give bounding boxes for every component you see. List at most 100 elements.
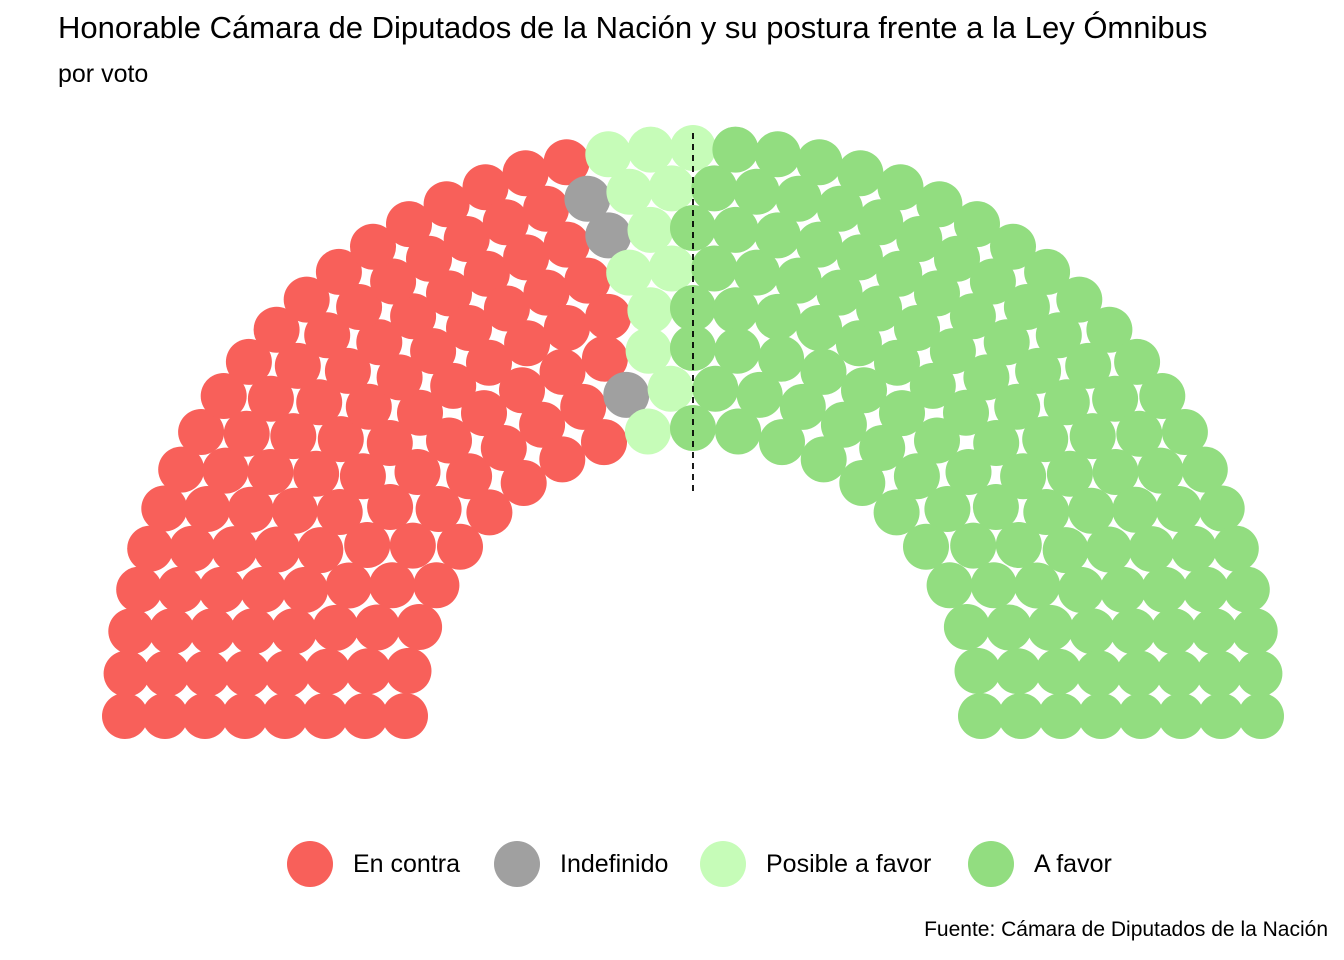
seat-posible-a-favor [627,287,674,334]
seat-en-contra [413,562,460,609]
seat-en-contra [211,526,258,573]
seat-a-favor [1058,566,1104,613]
seat-en-contra [222,693,268,739]
seat-a-favor [954,647,1001,694]
seat-en-contra [342,693,388,739]
seat-posible-a-favor [648,245,695,292]
legend-item-en-contra: En contra [287,838,460,890]
legend-key-a-favor [968,841,1014,887]
seat-a-favor [943,604,990,650]
seat-posible-a-favor [647,365,694,412]
seat-a-favor [1158,693,1204,739]
seat-en-contra [304,648,351,695]
seat-en-contra [543,305,590,351]
seat-en-contra [282,566,328,613]
seat-a-favor [1156,650,1203,697]
seat-en-contra [385,647,432,694]
seat-a-favor [970,562,1017,609]
seat-en-contra [116,566,163,613]
seat-a-favor [758,335,805,382]
seat-en-contra [345,648,392,695]
seat-a-favor [1231,608,1278,655]
seat-a-favor [1075,650,1122,697]
seat-en-contra [143,650,190,697]
seat-a-favor [837,150,884,197]
seat-en-contra [127,525,174,572]
seat-a-favor [796,139,843,186]
seat-en-contra [102,693,148,739]
seat-a-favor [1038,693,1084,739]
seat-a-favor [1182,566,1229,613]
seat-posible-a-favor [648,165,695,212]
seat-en-contra [264,650,311,697]
seat-a-favor [1170,525,1217,572]
seat-a-favor [1198,693,1244,739]
seat-en-contra [169,525,216,572]
seat-a-favor [1116,650,1162,697]
seat-en-contra [230,608,277,655]
seat-en-contra [148,608,195,655]
seat-a-favor [1069,608,1116,655]
seat-a-favor [926,562,973,609]
seat-en-contra [354,604,401,651]
seat-a-favor [994,648,1041,695]
legend-label-indefinido: Indefinido [560,849,669,878]
seat-en-contra [182,693,228,739]
seat-a-favor [995,522,1042,568]
seat-a-favor [1085,526,1132,573]
seat-a-favor [1109,608,1156,655]
seat-en-contra [198,566,245,613]
seat-a-favor [998,693,1044,739]
seat-posible-a-favor [627,126,674,173]
legend-key-posible-a-favor [700,841,746,887]
seat-en-contra [302,693,348,739]
seat-en-contra [312,604,359,651]
seat-posible-a-favor [624,408,671,455]
seat-a-favor [1112,486,1159,533]
legend-key-indefinido [494,841,540,887]
legend-item-indefinido: Indefinido [494,838,668,890]
seat-posible-a-favor [627,206,674,253]
seat-a-favor [1223,566,1270,613]
seat-a-favor [1212,525,1259,572]
seat-en-contra [189,608,236,655]
seat-en-contra [103,650,150,697]
seat-en-contra [539,436,586,483]
seat-a-favor [903,523,949,570]
seat-a-favor [1099,566,1146,613]
seat-a-favor [1198,485,1245,532]
legend-item-a-favor: A favor [968,838,1112,890]
legend-label-posible-a-favor: Posible a favor [766,849,932,878]
seat-en-contra [369,562,416,609]
chart-caption: Fuente: Cámara de Diputados de la Nación [924,918,1328,941]
seat-a-favor [712,126,759,173]
seat-a-favor [958,693,1004,739]
legend: En contra Indefinido Posible a favor A f… [0,838,1344,890]
seat-a-favor [714,327,761,374]
legend-key-en-contra [287,841,333,887]
seat-a-favor [1141,566,1188,613]
seat-en-contra [183,650,230,697]
seat-a-favor [985,604,1032,651]
seat-a-favor [691,165,738,212]
seat-en-contra [262,693,308,739]
seat-en-contra [240,566,287,613]
seat-a-favor [1118,693,1164,739]
seat-a-favor [1128,526,1175,573]
parliament-chart [102,125,1284,739]
seat-en-contra [585,293,632,340]
seat-en-contra [157,566,204,613]
seat-en-contra [224,650,270,697]
seat-a-favor [1027,604,1074,651]
seat-en-contra [581,419,627,466]
seat-a-favor [1191,608,1238,655]
seat-a-favor [1078,693,1124,739]
seat-a-favor [754,131,801,178]
seat-a-favor [1238,693,1284,739]
seat-a-favor [1196,650,1243,697]
seat-a-favor [1236,650,1283,697]
seat-en-contra [270,608,317,655]
seat-a-favor [1035,648,1082,695]
seat-a-favor [1150,608,1197,655]
seat-en-contra [108,608,155,655]
